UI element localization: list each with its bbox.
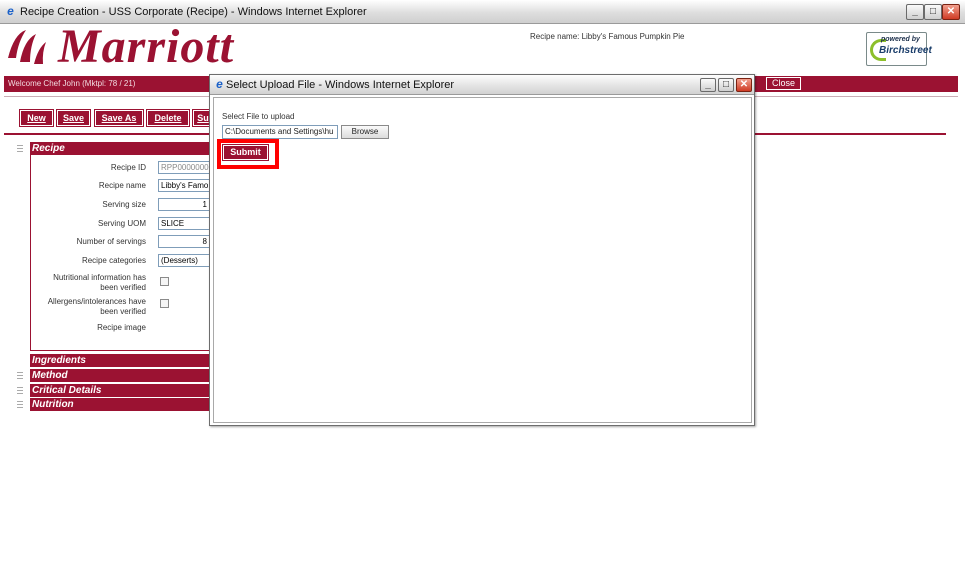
drag-handle-icon[interactable] [17,401,23,408]
maximize-icon[interactable]: □ [718,78,734,92]
label-nutritional-1: Nutritional information has [53,273,146,282]
close-dialog-icon[interactable]: ✕ [736,78,752,92]
powered-by-text: powered by [881,36,920,43]
close-button[interactable]: Close [766,77,801,90]
section-recipe[interactable]: Recipe [30,142,210,155]
file-path-input[interactable]: C:\Documents and Settings\hu [222,125,338,139]
drag-handle-icon[interactable] [17,372,23,379]
red-rule-right [755,133,946,135]
birchstreet-logo: powered by Birchstreet [866,32,932,66]
label-serving-uom: Serving UOM [97,219,146,228]
marriott-logo-icon [8,30,46,64]
save-as-button[interactable]: Save As [94,109,144,127]
welcome-text: Welcome Chef John (Mktpl: 78 / 21) [8,79,136,88]
dialog-title: Select Upload File - Windows Internet Ex… [226,79,455,91]
recipe-name-header: Recipe name: Libby's Famous Pumpkin Pie [530,32,685,41]
label-nutritional-2: been verified [100,283,146,292]
recipe-id-field: RPP00000000 [158,161,210,174]
label-recipe-name: Recipe name [98,181,146,190]
minimize-icon[interactable]: _ [906,4,924,20]
upload-label: Select File to upload [222,112,295,121]
red-rule-left [4,133,209,135]
maximize-icon[interactable]: □ [924,4,942,20]
ie-icon: e [7,4,14,18]
birchstreet-text: Birchstreet [879,45,932,56]
close-window-icon[interactable]: ✕ [942,4,960,20]
brand-logo: Marriott [58,20,235,73]
label-recipe-image: Recipe image [97,323,146,332]
label-allergens-2: been verified [100,307,146,316]
nutritional-verified-checkbox[interactable] [160,277,169,286]
drag-handle-icon[interactable] [17,145,23,152]
window-title: Recipe Creation - USS Corporate (Recipe)… [20,6,367,18]
submit-button[interactable]: Submit [222,144,269,161]
drag-handle-icon[interactable] [17,387,23,394]
minimize-icon[interactable]: _ [700,78,716,92]
label-number-servings: Number of servings [76,237,146,246]
recipe-name-field[interactable]: Libby's Famo [158,179,210,192]
label-recipe-categories: Recipe categories [81,256,146,265]
dialog-content [213,97,752,423]
browse-button[interactable]: Browse [341,125,389,139]
section-critical-details[interactable]: Critical Details [30,384,210,397]
section-nutrition[interactable]: Nutrition [30,398,210,411]
number-servings-field[interactable]: 8 [158,235,210,248]
section-ingredients[interactable]: Ingredients [30,354,210,367]
section-method[interactable]: Method [30,369,210,382]
save-button[interactable]: Save [56,109,91,127]
label-serving-size: Serving size [102,200,146,209]
label-allergens-1: Allergens/intolerances have [47,297,146,306]
serving-size-field[interactable]: 1 [158,198,210,211]
recipe-categories-field[interactable]: (Desserts) [158,254,210,267]
ie-icon: e [216,77,223,91]
label-recipe-id: Recipe ID [110,163,146,172]
serving-uom-select[interactable]: SLICE [158,217,210,230]
allergens-verified-checkbox[interactable] [160,299,169,308]
new-button[interactable]: New [19,109,54,127]
delete-button[interactable]: Delete [146,109,190,127]
